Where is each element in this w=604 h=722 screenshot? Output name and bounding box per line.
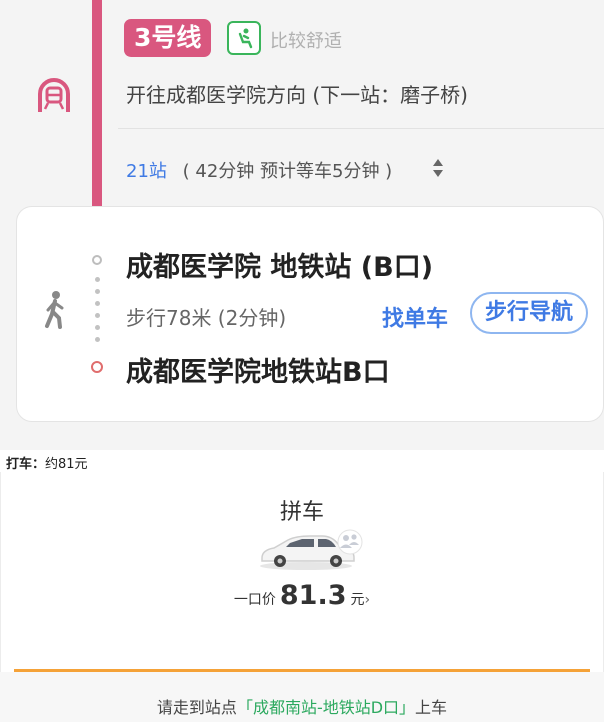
route-dot: [95, 301, 100, 306]
taxi-label: 打车：: [6, 457, 46, 472]
walk-distance: 步行78米 (2分钟): [126, 306, 287, 330]
route-dot: [95, 325, 100, 330]
taxi-estimate: 打车：约81元: [6, 453, 88, 472]
stops-summary[interactable]: 21站 ( 42分钟 预计等车5分钟 ): [126, 157, 392, 183]
price-value: 81.3: [279, 580, 347, 611]
carpool-title: 拼车: [279, 500, 324, 525]
direction-text: 开往成都医学院方向 (下一站：磨子桥): [126, 83, 468, 107]
route-start-dot: [92, 255, 102, 265]
boarding-hint: 请走到站点「成都南站-地铁站D口」上车: [0, 694, 604, 718]
route-dot: [95, 289, 100, 294]
seat-comfort-icon: [227, 21, 261, 55]
price-label: 一口价: [233, 592, 276, 608]
taxi-value: 约81元: [45, 457, 88, 472]
price-row[interactable]: 一口价 81.3 元›: [0, 580, 604, 611]
find-bike-button[interactable]: 找单车: [382, 301, 448, 333]
route-dot: [95, 337, 100, 342]
route-dot: [95, 313, 100, 318]
line-badge[interactable]: 3号线: [124, 19, 212, 57]
transit-section: 3号线 比较舒适 开往成都医学院方向 (下一站：磨子桥) 21站 ( 42分钟 …: [0, 0, 604, 450]
hint-suffix: 上车: [415, 698, 448, 717]
walking-person-icon: [40, 290, 68, 334]
price-unit: 元: [350, 592, 365, 608]
hint-prefix: 请走到站点: [156, 698, 237, 717]
route-end-dot: [91, 361, 103, 373]
walk-origin: 成都医学院 地铁站 (B口): [126, 252, 434, 283]
expand-sort-icon[interactable]: [432, 158, 444, 178]
hint-station[interactable]: 「成都南站-地铁站D口」: [237, 698, 415, 717]
divider: [118, 128, 604, 129]
stops-detail: ( 42分钟 预计等车5分钟 ): [182, 161, 393, 182]
route-dot: [95, 277, 100, 282]
metro-icon: [34, 76, 74, 120]
comfort-level: 比较舒适: [270, 31, 342, 52]
car-icon[interactable]: [258, 528, 366, 576]
stops-count: 21站: [126, 161, 167, 182]
walk-destination: 成都医学院地铁站B口: [126, 357, 390, 388]
walk-navigation-button[interactable]: 步行导航: [470, 292, 588, 334]
chevron-right-icon: ›: [364, 592, 371, 608]
